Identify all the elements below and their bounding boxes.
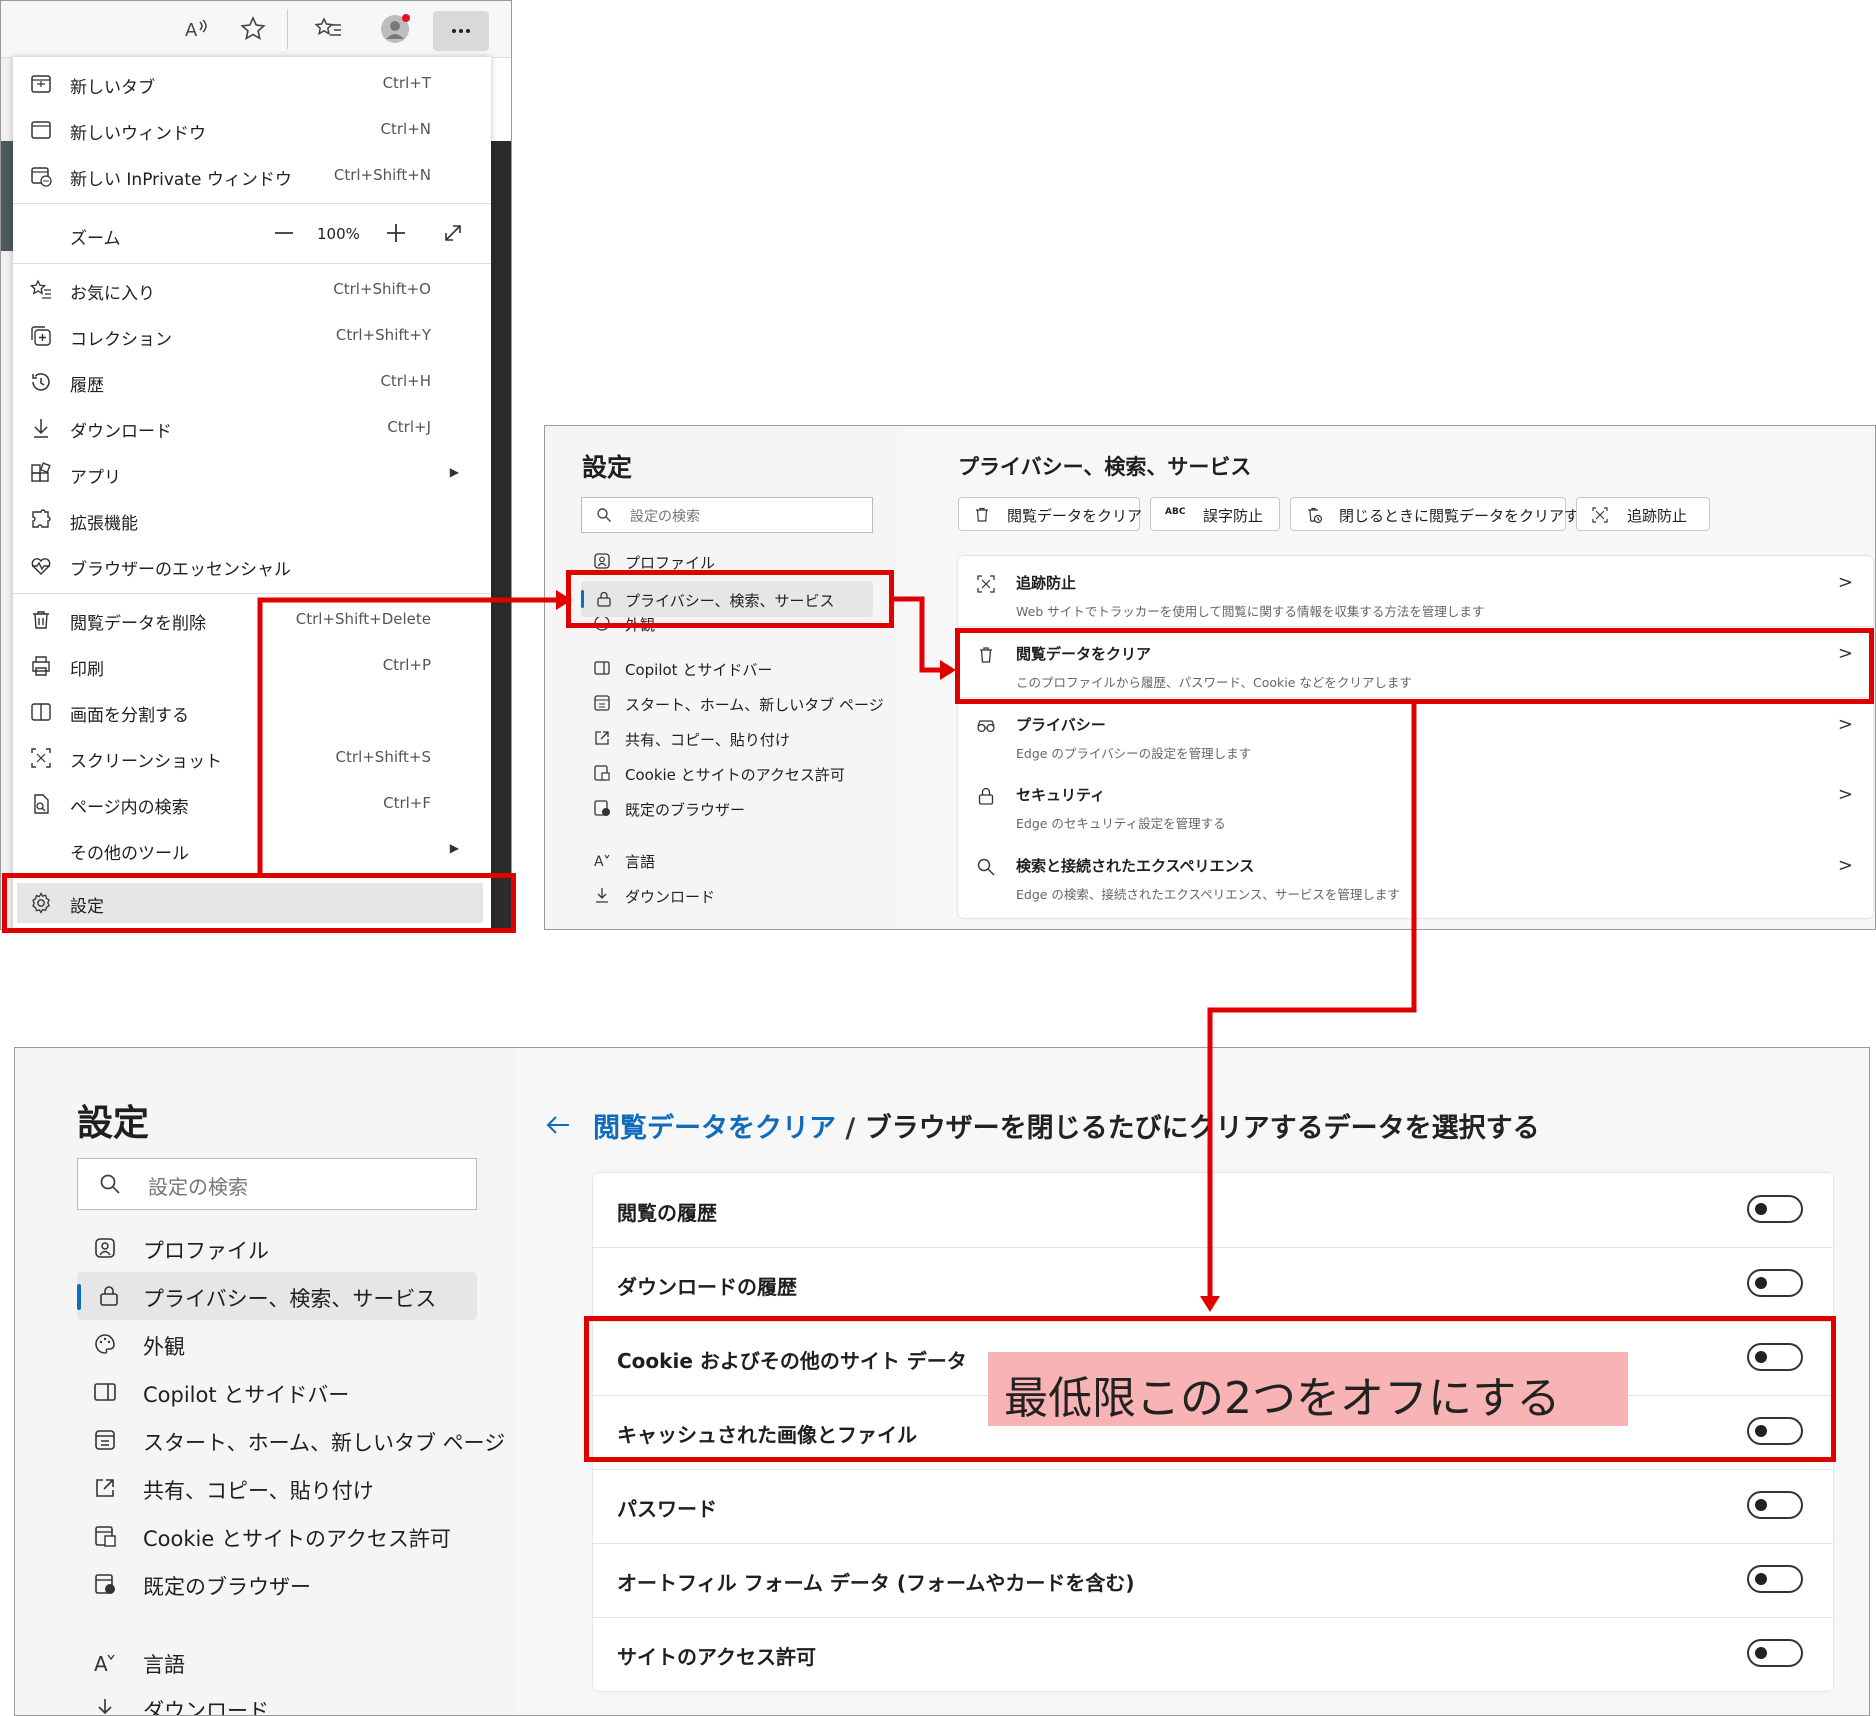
arrow-clear-data-to-toggles [1207,704,1417,1300]
connector-arrows [257,590,1417,1312]
arrow-privacy-to-clear-data [894,596,945,673]
arrow-menu-to-privacy [257,597,560,873]
